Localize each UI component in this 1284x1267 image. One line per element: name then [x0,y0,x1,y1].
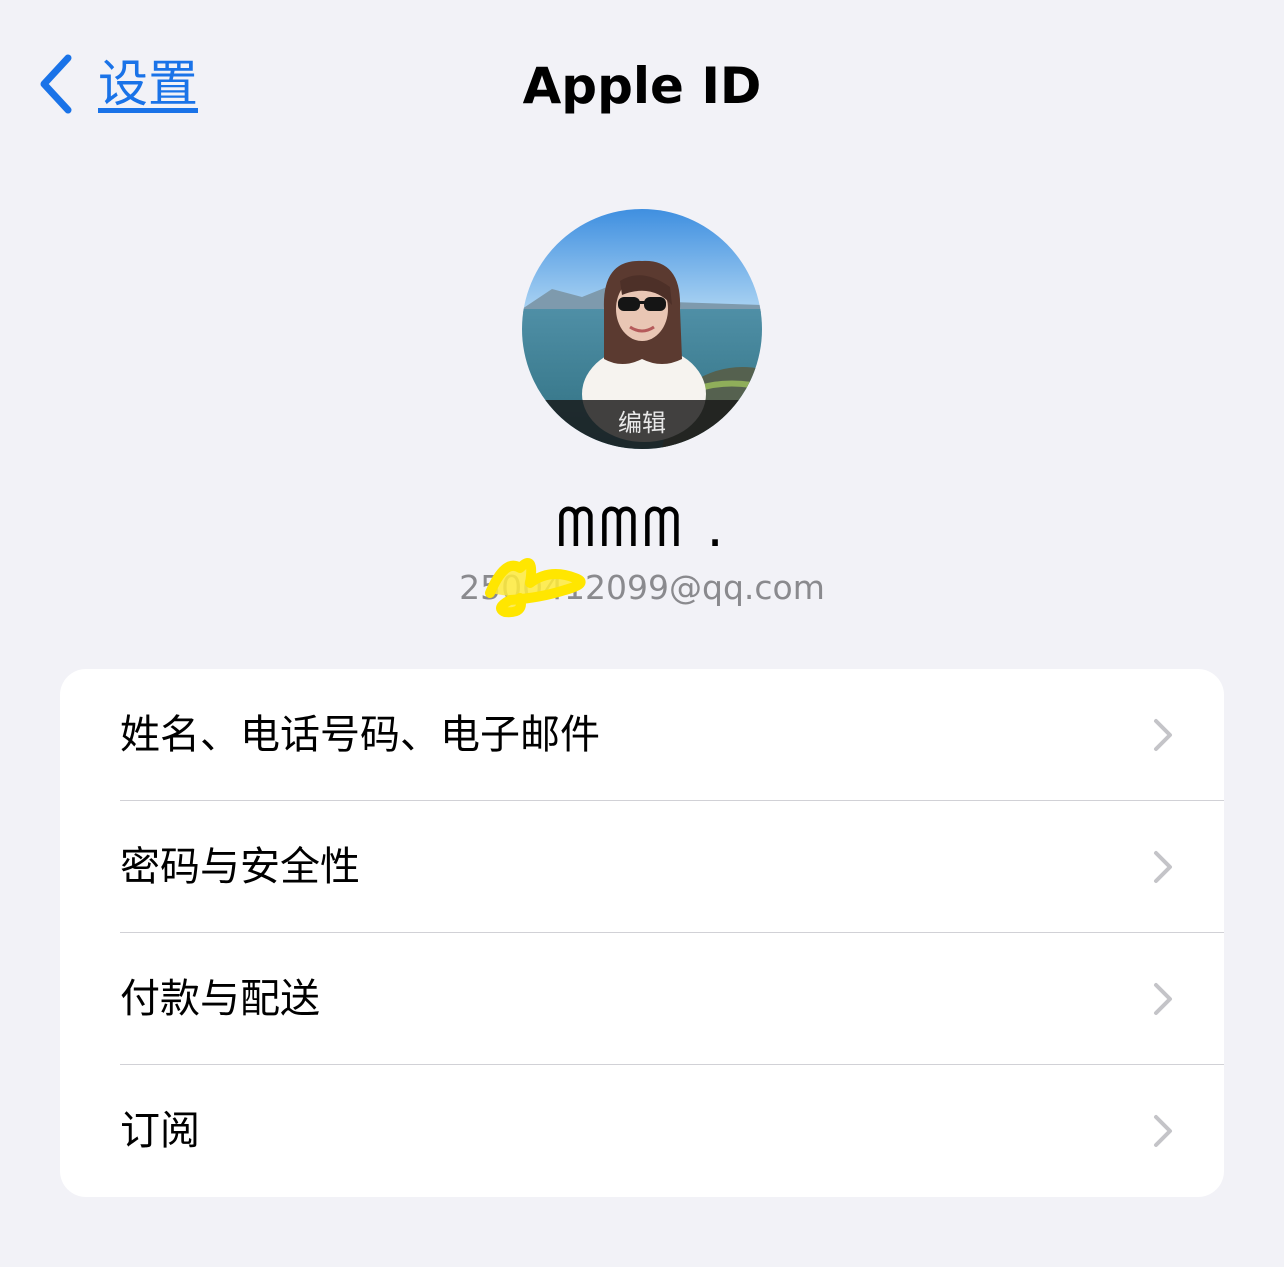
account-email: 2500412099@qq.com [459,568,825,607]
avatar[interactable]: 编辑 [522,209,762,449]
list-item-subscriptions[interactable]: 订阅 [60,1065,1224,1197]
chevron-right-icon [1154,1115,1172,1147]
chevron-right-icon [1154,719,1172,751]
account-settings-list: 姓名、电话号码、电子邮件 密码与安全性 付款与配送 订阅 [60,669,1224,1197]
chevron-right-icon [1154,851,1172,883]
list-item-password-security[interactable]: 密码与安全性 [60,801,1224,933]
chevron-right-icon [1154,983,1172,1015]
list-item-label: 订阅 [120,1108,200,1154]
list-item-label: 姓名、电话号码、电子邮件 [120,712,600,758]
list-item-name-phone-email[interactable]: 姓名、电话号码、电子邮件 [60,669,1224,801]
avatar-edit-label[interactable]: 编辑 [522,400,762,449]
list-item-payment-shipping[interactable]: 付款与配送 [60,933,1224,1065]
list-item-label: 付款与配送 [120,976,320,1022]
navigation-bar: 设置 Apple ID [0,0,1284,170]
account-name: ᗰᗰᗰ . [556,496,728,559]
page-title: Apple ID [522,57,762,115]
list-item-label: 密码与安全性 [120,844,360,890]
